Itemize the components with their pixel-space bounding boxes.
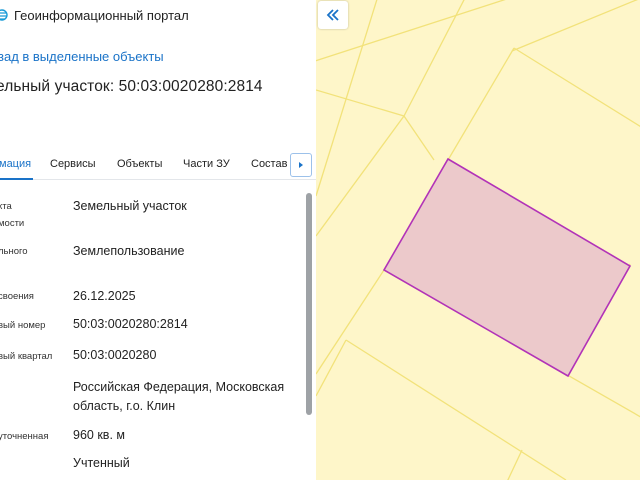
property-label: льного [0, 246, 28, 257]
properties-list: кта мости Земельный участок льного Земле… [0, 180, 316, 480]
map-view[interactable] [316, 0, 640, 480]
property-label: уточненная [0, 431, 49, 442]
property-value-date: 26.12.2025 [73, 289, 136, 303]
property-value-object-type: Земельный участок [73, 199, 187, 213]
portal-logo-icon [0, 9, 8, 21]
caret-right-icon [299, 162, 303, 168]
property-value-status: Учтенный [73, 456, 130, 470]
property-label: вый номер [0, 320, 46, 331]
selected-parcel[interactable] [382, 157, 632, 378]
property-label: кта [0, 201, 12, 212]
tab-objects[interactable]: Объекты [117, 158, 162, 170]
header: Геоинформационный портал [0, 0, 316, 32]
property-value-cadastral-block: 50:03:0020280 [73, 348, 157, 362]
tab-parts[interactable]: Части ЗУ [183, 158, 230, 170]
double-chevron-left-icon [326, 9, 339, 21]
property-value-address: Российская Федерация, Московская область… [73, 380, 285, 413]
tab-scroll-right-button[interactable] [290, 153, 312, 177]
cadastral-map[interactable] [316, 0, 640, 480]
property-label: своения [0, 291, 34, 302]
panel-scrollbar[interactable] [306, 193, 312, 415]
property-value-category: Землепользование [73, 244, 185, 258]
property-value-area: 960 кв. м [73, 428, 125, 442]
info-panel: Геоинформационный портал зад в выделенны… [0, 0, 316, 480]
collapse-panel-button[interactable] [318, 1, 348, 29]
app-title: Геоинформационный портал [14, 8, 189, 23]
back-to-selected-link[interactable]: зад в выделенные объекты [0, 49, 164, 64]
tab-bar: мация Сервисы Объекты Части ЗУ Состав [0, 152, 316, 180]
tab-composition[interactable]: Состав [251, 158, 287, 170]
property-value-cadastral-number: 50:03:0020280:2814 [73, 317, 188, 331]
tab-info[interactable]: мация [0, 158, 31, 170]
property-label: мости [0, 218, 25, 229]
property-label: вый квартал [0, 351, 53, 362]
tab-services[interactable]: Сервисы [50, 158, 96, 170]
page-title: ельный участок: 50:03:0020280:2814 [0, 78, 263, 95]
